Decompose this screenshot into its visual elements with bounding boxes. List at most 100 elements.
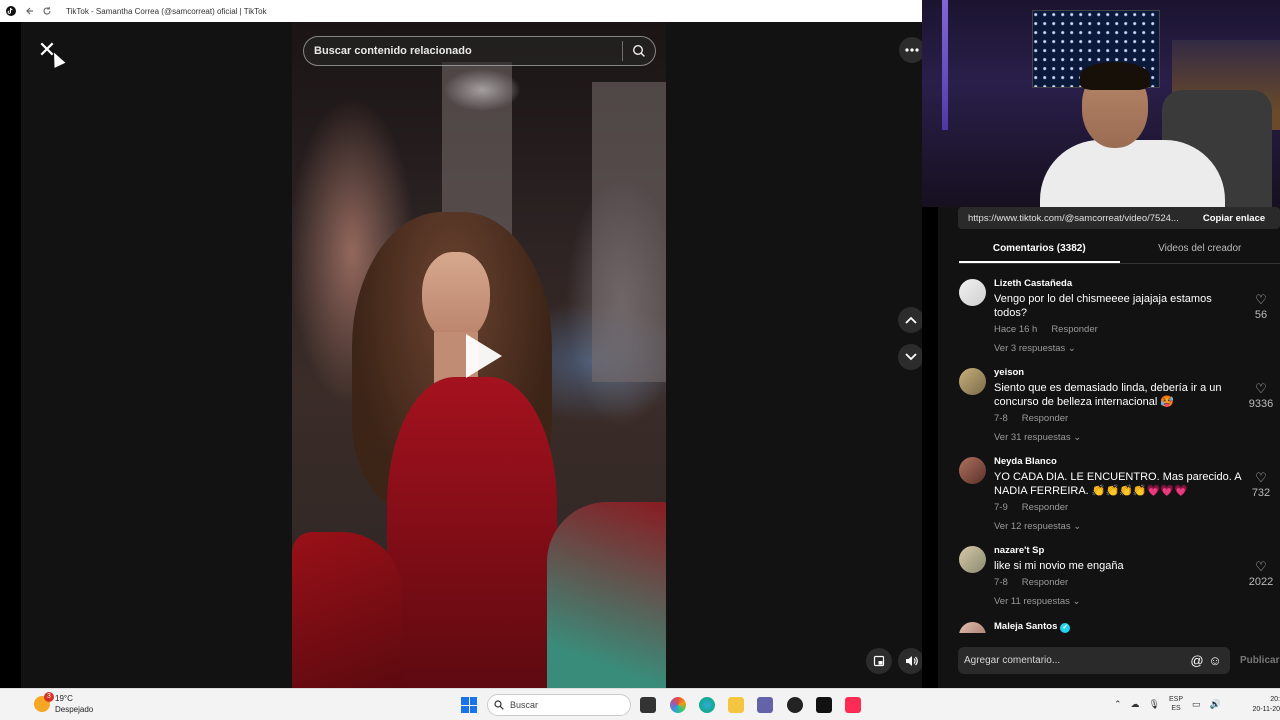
comment-text: Siento que es demasiado linda, debería i… xyxy=(994,382,1222,408)
avatar[interactable] xyxy=(959,279,986,306)
like-control: ♡ 9336 xyxy=(1242,382,1280,411)
onedrive-icon[interactable]: ☁ xyxy=(1131,699,1140,710)
comment-item: nazare't Sp like si mi novio me engaña 7… xyxy=(959,544,1280,620)
reply-button[interactable]: Responder xyxy=(1051,324,1097,335)
temperature: 19°C xyxy=(55,694,73,703)
publish-button[interactable]: Publicar xyxy=(1240,655,1279,666)
webcam-overlay xyxy=(922,0,1280,207)
tab-creator-videos[interactable]: Videos del creador xyxy=(1120,238,1280,263)
tiktok-live-icon[interactable] xyxy=(845,697,861,713)
microphone-icon[interactable]: 🎙 xyxy=(1149,699,1160,710)
taskbar-search-input[interactable] xyxy=(510,700,620,710)
previous-video-icon[interactable] xyxy=(898,307,922,333)
tiktok-logo-icon xyxy=(6,6,16,16)
video-player[interactable] xyxy=(292,22,666,688)
avatar[interactable] xyxy=(959,368,986,395)
comment-author[interactable]: nazare't Sp xyxy=(994,544,1244,558)
copy-link-button[interactable]: Copiar enlace xyxy=(1188,213,1280,224)
clock[interactable]: 20: 20-11-20 xyxy=(1247,695,1280,715)
comment-item: yeison Siento que es demasiado linda, de… xyxy=(959,366,1280,455)
related-search-bar xyxy=(303,36,656,66)
volume-icon[interactable] xyxy=(898,648,922,674)
weather-widget[interactable]: 3 19°C Despejado xyxy=(34,692,94,715)
browser-titlebar: TikTok - Samantha Correa (@samcorreat) o… xyxy=(0,0,922,22)
network-icon[interactable]: ▭ xyxy=(1192,699,1201,710)
comment-list: Lizeth Castañeda Vengo por lo del chisme… xyxy=(959,277,1280,633)
clock-date: 20-11-20 xyxy=(1252,706,1280,713)
tab-comments[interactable]: Comentarios (3382) xyxy=(959,238,1120,263)
comment-text: like si mi novio me engaña xyxy=(994,560,1124,572)
reply-button[interactable]: Responder xyxy=(1022,577,1068,588)
back-arrow-icon[interactable] xyxy=(24,6,34,16)
speaker-icon[interactable]: 🔊 xyxy=(1210,699,1221,710)
windows-start-icon[interactable] xyxy=(461,697,477,713)
like-count: 9336 xyxy=(1248,398,1274,410)
system-tray: ⌃ ☁ 🎙 ESP ES ▭ 🔊 xyxy=(1114,695,1221,713)
comment-item: Maleja Santos ✓ xyxy=(959,620,1280,633)
comment-author[interactable]: Maleja Santos ✓ xyxy=(994,620,1244,633)
view-replies-link[interactable]: Ver 31 respuestas ⌄ xyxy=(994,432,1244,443)
like-control: ♡ 56 xyxy=(1242,293,1280,322)
chevron-up-icon[interactable]: ⌃ xyxy=(1114,699,1122,710)
screen: TikTok - Samantha Correa (@samcorreat) o… xyxy=(0,0,1280,720)
view-replies-link[interactable]: Ver 11 respuestas ⌄ xyxy=(994,596,1244,607)
taskbar: 3 19°C Despejado ⌃ ☁ 🎙 ESP ES xyxy=(0,688,1280,720)
teams-icon[interactable] xyxy=(757,697,773,713)
taskbar-search xyxy=(487,694,631,716)
file-explorer-icon[interactable] xyxy=(728,697,744,713)
comment-item: Neyda Blanco YO CADA DIA. LE ENCUENTRO. … xyxy=(959,455,1280,544)
tiktok-app-icon[interactable] xyxy=(816,697,832,713)
share-link-row: https://www.tiktok.com/@samcorreat/video… xyxy=(958,207,1280,229)
comment-text: YO CADA DIA. LE ENCUENTRO. Mas parecido.… xyxy=(994,471,1241,497)
like-control: ♡ 2022 xyxy=(1242,560,1280,589)
weather-sun-icon: 3 xyxy=(34,692,54,712)
task-view-icon[interactable] xyxy=(640,697,656,713)
like-count: 56 xyxy=(1254,309,1268,321)
emoji-icon[interactable]: ☺ xyxy=(1206,652,1224,670)
comment-time: Hace 16 h xyxy=(994,324,1038,335)
next-video-icon[interactable] xyxy=(898,344,922,370)
panel-tabs: Comentarios (3382) Videos del creador xyxy=(959,238,1280,264)
picture-in-picture-icon[interactable] xyxy=(866,648,892,674)
avatar[interactable] xyxy=(959,622,986,633)
comment-input-box: @ ☺ xyxy=(958,647,1230,674)
search-icon[interactable] xyxy=(623,36,655,66)
heart-icon[interactable]: ♡ xyxy=(1242,293,1280,307)
avatar[interactable] xyxy=(959,546,986,573)
comments-panel: https://www.tiktok.com/@samcorreat/video… xyxy=(938,207,1280,688)
comment-item: Lizeth Castañeda Vengo por lo del chisme… xyxy=(959,277,1280,366)
comment-author[interactable]: Neyda Blanco xyxy=(994,455,1244,469)
window-title: TikTok - Samantha Correa (@samcorreat) o… xyxy=(66,6,267,16)
more-options-icon[interactable] xyxy=(899,37,922,63)
avatar[interactable] xyxy=(959,457,986,484)
play-icon[interactable] xyxy=(466,334,502,378)
comment-time: 7-8 xyxy=(994,413,1008,424)
video-subject-face xyxy=(422,252,490,342)
related-search-input[interactable] xyxy=(304,37,622,65)
reply-button[interactable]: Responder xyxy=(1022,413,1068,424)
view-replies-link[interactable]: Ver 3 respuestas ⌄ xyxy=(994,343,1244,354)
video-url[interactable]: https://www.tiktok.com/@samcorreat/video… xyxy=(958,213,1188,224)
mention-icon[interactable]: @ xyxy=(1188,652,1206,670)
heart-icon[interactable]: ♡ xyxy=(1242,382,1280,396)
heart-icon[interactable]: ♡ xyxy=(1242,560,1280,574)
reload-icon[interactable] xyxy=(42,6,52,16)
like-count: 732 xyxy=(1251,487,1271,499)
comment-composer: @ ☺ Publicar xyxy=(958,647,1280,674)
mouse-cursor-icon xyxy=(48,50,66,68)
clock-time: 20: xyxy=(1270,696,1280,703)
edge-browser-icon[interactable] xyxy=(699,697,715,713)
comment-author[interactable]: Lizeth Castañeda xyxy=(994,277,1244,291)
notification-badge: 3 xyxy=(44,692,54,702)
view-replies-link[interactable]: Ver 12 respuestas ⌄ xyxy=(994,521,1244,532)
obs-icon[interactable] xyxy=(787,697,803,713)
copilot-icon[interactable] xyxy=(670,697,686,713)
verified-badge-icon: ✓ xyxy=(1060,623,1071,633)
reply-button[interactable]: Responder xyxy=(1022,502,1068,513)
comment-author[interactable]: yeison xyxy=(994,366,1244,380)
heart-icon[interactable]: ♡ xyxy=(1242,471,1280,485)
like-count: 2022 xyxy=(1248,576,1274,588)
comment-input[interactable] xyxy=(964,655,1188,666)
language-indicator[interactable]: ESP ES xyxy=(1169,695,1183,713)
weather-condition: Despejado xyxy=(55,705,94,714)
